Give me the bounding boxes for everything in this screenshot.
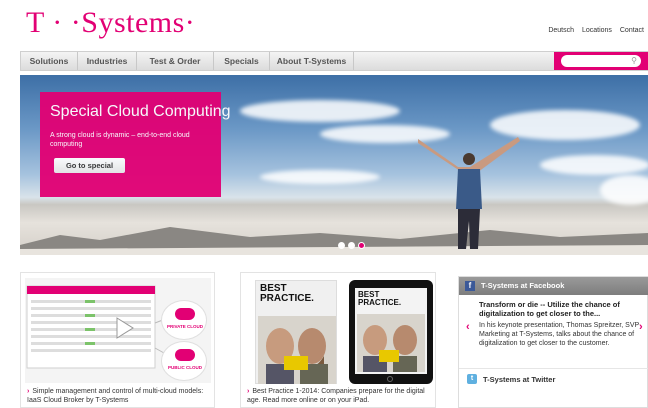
cloud-icon bbox=[175, 349, 195, 361]
ipad-photo bbox=[357, 314, 425, 372]
link-contact[interactable]: Contact bbox=[620, 27, 644, 34]
facebook-title: T-Systems at Facebook bbox=[481, 281, 565, 290]
magazine-title: BEST PRACTICE. bbox=[260, 283, 314, 304]
nav-item-solutions[interactable]: Solutions bbox=[21, 52, 78, 70]
carousel-dot[interactable] bbox=[348, 242, 355, 249]
carousel-dot[interactable] bbox=[338, 242, 345, 249]
go-to-special-button[interactable]: Go to special bbox=[54, 158, 125, 173]
ipad-device: BEST PRACTICE. bbox=[349, 280, 433, 384]
top-links: Deutsch Locations Contact bbox=[542, 27, 644, 34]
teaser-best-practice[interactable]: BEST PRACTICE. BEST PRACTICE. › Best Pra… bbox=[240, 272, 436, 408]
twitter-row[interactable]: t T-Systems at Twitter bbox=[459, 368, 648, 386]
hero-cloud bbox=[240, 100, 400, 122]
mountain-range bbox=[20, 227, 648, 255]
promo-box: Special Cloud Computing A strong cloud i… bbox=[40, 92, 231, 197]
promo-title: Special Cloud Computing bbox=[50, 103, 231, 120]
twitter-icon: t bbox=[467, 374, 477, 384]
magazine-cover: BEST PRACTICE. bbox=[255, 280, 337, 384]
teaser-caption[interactable]: › Simple management and control of multi-… bbox=[27, 388, 213, 405]
cloud-icon bbox=[175, 308, 195, 320]
hero-cloud bbox=[600, 175, 648, 205]
nav-item-industries[interactable]: Industries bbox=[78, 52, 137, 70]
chevron-right-icon[interactable]: › bbox=[639, 321, 643, 333]
person-figure bbox=[418, 137, 520, 249]
search-input[interactable]: ⚲ bbox=[561, 55, 641, 67]
nav-item-about[interactable]: About T-Systems bbox=[270, 52, 354, 70]
link-locations[interactable]: Locations bbox=[582, 27, 612, 34]
magazine-photo bbox=[258, 316, 336, 384]
best-practice-image: BEST PRACTICE. BEST PRACTICE. bbox=[245, 278, 433, 384]
public-cloud-badge: PUBLIC CLOUD bbox=[161, 341, 207, 381]
twitter-title: T-Systems at Twitter bbox=[483, 375, 556, 384]
carousel-dot-active[interactable] bbox=[358, 242, 365, 249]
ipad-magazine-title: BEST PRACTICE. bbox=[358, 290, 402, 307]
promo-text: A strong cloud is dynamic – end-to-end c… bbox=[50, 132, 190, 148]
link-deutsch[interactable]: Deutsch bbox=[548, 27, 574, 34]
hero-cloud bbox=[540, 155, 648, 175]
private-cloud-label: PRIVATE CLOUD bbox=[166, 324, 204, 329]
private-cloud-badge: PRIVATE CLOUD bbox=[161, 300, 207, 340]
nav-item-specials[interactable]: Specials bbox=[214, 52, 270, 70]
facebook-post-text: In his keynote presentation, Thomas Spre… bbox=[479, 322, 640, 347]
teaser-caption[interactable]: › Best Practice 1-2014: Companies prepare… bbox=[247, 388, 435, 405]
teaser-cloud-broker[interactable]: PRIVATE CLOUD PUBLIC CLOUD › Simple manag… bbox=[20, 272, 215, 408]
arrow-right-icon: › bbox=[247, 388, 250, 395]
search-icon[interactable]: ⚲ bbox=[631, 56, 637, 66]
ipad-home-button bbox=[387, 376, 393, 382]
main-nav: Solutions Industries Test & Order Specia… bbox=[20, 51, 648, 71]
nav-item-test-order[interactable]: Test & Order bbox=[137, 52, 214, 70]
arrow-right-icon: › bbox=[27, 388, 30, 395]
cloud-broker-image: PRIVATE CLOUD PUBLIC CLOUD bbox=[25, 278, 211, 383]
chevron-left-icon[interactable]: ‹ bbox=[466, 321, 470, 333]
facebook-post-title[interactable]: Transform or die -- Utilize the chance o… bbox=[479, 300, 639, 318]
social-panel: f T-Systems at Facebook Transform or die… bbox=[458, 276, 648, 408]
public-cloud-label: PUBLIC CLOUD bbox=[168, 365, 202, 370]
ipad-screen: BEST PRACTICE. bbox=[355, 288, 427, 374]
facebook-icon: f bbox=[465, 281, 475, 291]
hero-cloud bbox=[260, 170, 380, 184]
facebook-header[interactable]: f T-Systems at Facebook bbox=[459, 277, 648, 295]
t-systems-logo[interactable]: T · ·Systems· bbox=[26, 6, 195, 40]
